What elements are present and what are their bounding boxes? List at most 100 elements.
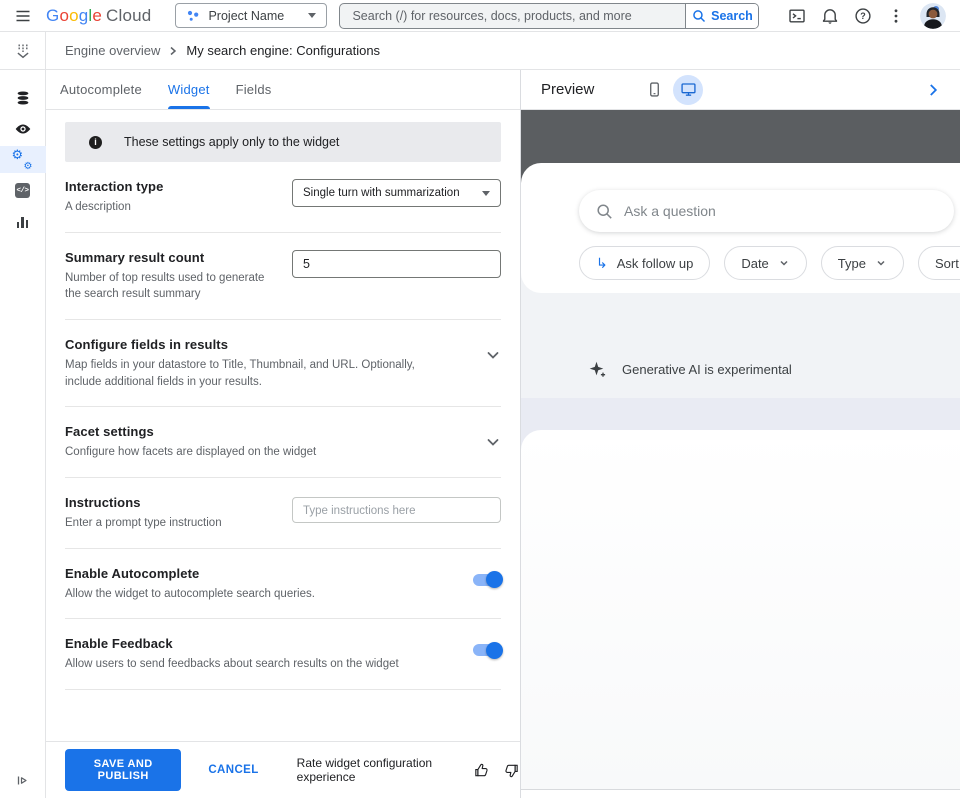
ask-question-input[interactable] xyxy=(624,203,940,219)
mobile-preview-icon[interactable] xyxy=(646,81,663,98)
toggle-knob xyxy=(486,571,503,588)
account-avatar[interactable] xyxy=(920,3,946,29)
form-row-facet-settings[interactable]: Facet settings Configure how facets are … xyxy=(65,407,501,478)
preview-header: Preview xyxy=(521,70,960,110)
field-label: Instructions xyxy=(65,495,278,510)
nav-data-stores[interactable] xyxy=(0,84,46,111)
tab-bar: Autocomplete Widget Fields xyxy=(46,70,520,110)
project-icon xyxy=(186,9,200,23)
app-home-icon[interactable] xyxy=(14,42,32,60)
nav-configurations[interactable]: ⚙⚙ xyxy=(0,146,46,173)
thumb-down-icon[interactable] xyxy=(503,762,520,779)
nav-code[interactable]: </> xyxy=(0,177,46,204)
sparkle-icon xyxy=(588,360,607,379)
action-footer: SAVE AND PUBLISH CANCEL Rate widget conf… xyxy=(46,741,520,798)
breadcrumb-parent[interactable]: Engine overview xyxy=(65,43,160,58)
ask-question-searchbox xyxy=(579,190,954,232)
breadcrumb: Engine overview My search engine: Config… xyxy=(46,32,960,70)
filter-chips: ↳ Ask follow up Date Type Sort Form xyxy=(579,246,960,280)
chip-type[interactable]: Type xyxy=(821,246,904,280)
form-row-summary-result-count: Summary result count Number of top resul… xyxy=(65,233,501,320)
form-row-instructions: Instructions Enter a prompt type instruc… xyxy=(65,478,501,549)
tab-fields[interactable]: Fields xyxy=(236,70,272,109)
google-cloud-logo[interactable]: Google Cloud xyxy=(46,6,151,26)
svg-text:?: ? xyxy=(860,11,866,21)
cloud-shell-icon[interactable] xyxy=(788,7,806,25)
chip-ask-follow-up[interactable]: ↳ Ask follow up xyxy=(579,246,710,280)
field-label: Summary result count xyxy=(65,250,278,265)
info-icon: i xyxy=(89,136,102,149)
chip-sort[interactable]: Sort xyxy=(918,246,960,280)
top-bar-actions: ? xyxy=(788,3,960,29)
field-description: A description xyxy=(65,199,278,216)
form-row-enable-feedback: Enable Feedback Allow users to send feed… xyxy=(65,619,501,690)
instructions-input[interactable] xyxy=(292,497,501,523)
google-logo-text: Google xyxy=(46,6,102,26)
field-description: Allow users to send feedbacks about sear… xyxy=(65,656,433,673)
rate-experience-label: Rate widget configuration experience xyxy=(297,756,454,784)
thumb-up-icon[interactable] xyxy=(473,762,490,779)
project-name-label: Project Name xyxy=(208,9,300,23)
form-row-enable-autocomplete: Enable Autocomplete Allow the widget to … xyxy=(65,549,501,620)
menu-icon[interactable] xyxy=(0,7,46,25)
nav-preview[interactable] xyxy=(0,115,46,142)
follow-up-arrow-icon: ↳ xyxy=(596,256,608,270)
help-icon[interactable]: ? xyxy=(854,7,872,25)
more-vert-icon[interactable] xyxy=(887,7,905,25)
bar-chart-icon xyxy=(17,216,29,228)
info-banner-text: These settings apply only to the widget xyxy=(124,135,339,149)
field-label: Facet settings xyxy=(65,424,433,439)
search-icon xyxy=(596,203,613,220)
top-bar: Google Cloud Project Name Search xyxy=(0,0,960,32)
cancel-button[interactable]: CANCEL xyxy=(208,764,258,776)
breadcrumb-current: My search engine: Configurations xyxy=(186,43,380,58)
chevron-down-icon xyxy=(778,257,790,269)
field-label: Enable Autocomplete xyxy=(65,566,433,581)
preview-title: Preview xyxy=(541,81,594,98)
tab-widget[interactable]: Widget xyxy=(168,70,210,109)
tab-autocomplete[interactable]: Autocomplete xyxy=(60,70,142,109)
chevron-down-icon[interactable] xyxy=(461,337,501,363)
results-placeholder-card xyxy=(521,430,960,790)
expand-panel-icon[interactable] xyxy=(15,773,30,788)
code-icon: </> xyxy=(15,183,30,198)
desktop-preview-icon[interactable] xyxy=(673,75,703,105)
form-row-configure-fields[interactable]: Configure fields in results Map fields i… xyxy=(65,320,501,407)
form-row-interaction-type: Interaction type A description Single tu… xyxy=(65,162,501,233)
field-label: Configure fields in results xyxy=(65,337,433,352)
field-label: Enable Feedback xyxy=(65,636,433,651)
toggle-knob xyxy=(486,642,503,659)
chip-date[interactable]: Date xyxy=(724,246,806,280)
global-search-button[interactable]: Search xyxy=(685,4,758,28)
field-description: Configure how facets are displayed on th… xyxy=(65,444,433,461)
caret-down-icon xyxy=(308,13,316,18)
eye-icon xyxy=(14,120,32,138)
enable-autocomplete-toggle[interactable] xyxy=(473,574,501,586)
chevron-down-icon xyxy=(875,257,887,269)
global-search-bar: Search xyxy=(339,3,759,29)
left-nav-rail: ⚙⚙ </> xyxy=(0,32,46,798)
global-search-input[interactable] xyxy=(340,4,685,28)
chevron-down-icon[interactable] xyxy=(461,424,501,450)
field-description: Enter a prompt type instruction xyxy=(65,515,278,532)
project-selector[interactable]: Project Name xyxy=(175,3,327,28)
preview-panel: Preview ↳ Ask follow up xyxy=(520,70,960,798)
search-icon xyxy=(692,9,706,23)
selected-value: Single turn with summarization xyxy=(303,187,460,199)
notifications-bell-icon[interactable] xyxy=(821,7,839,25)
interaction-type-select[interactable]: Single turn with summarization xyxy=(292,179,501,207)
search-widget-card: ↳ Ask follow up Date Type Sort Form xyxy=(521,163,960,293)
summary-result-count-input[interactable] xyxy=(292,250,501,278)
chevron-right-icon[interactable] xyxy=(924,81,942,99)
nav-analytics[interactable] xyxy=(0,208,46,235)
info-banner: i These settings apply only to the widge… xyxy=(65,122,501,162)
configurations-icon: ⚙⚙ xyxy=(13,151,33,169)
save-and-publish-button[interactable]: SAVE AND PUBLISH xyxy=(65,749,181,791)
ai-disclaimer-text: Generative AI is experimental xyxy=(622,362,792,377)
breadcrumb-separator-icon xyxy=(168,46,178,56)
enable-feedback-toggle[interactable] xyxy=(473,644,501,656)
configuration-panel: Autocomplete Widget Fields i These setti… xyxy=(46,70,520,798)
field-description: Map fields in your datastore to Title, T… xyxy=(65,357,433,390)
app-window: Google Cloud Project Name Search xyxy=(0,0,960,798)
field-label: Interaction type xyxy=(65,179,278,194)
